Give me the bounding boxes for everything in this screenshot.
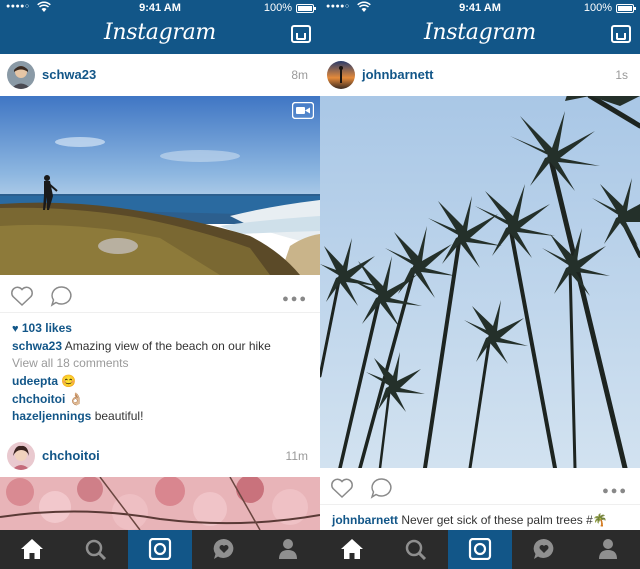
post-username[interactable]: johnbarnett <box>362 67 434 82</box>
like-count[interactable]: ♥ 103 likes <box>12 321 72 335</box>
tab-explore[interactable] <box>384 530 448 569</box>
tab-bar <box>320 530 640 569</box>
nav-bar: Instagram <box>320 17 640 54</box>
avatar[interactable] <box>7 442 35 470</box>
nav-bar: Instagram <box>0 17 320 54</box>
inbox-icon[interactable] <box>611 25 631 43</box>
tab-home[interactable] <box>320 530 384 569</box>
more-options-icon[interactable]: ●●● <box>602 485 628 497</box>
avatar[interactable] <box>327 61 355 89</box>
battery-icon <box>616 4 636 13</box>
comment-bubble-icon[interactable] <box>370 477 394 499</box>
comment: chchoitoi 👌🏼 <box>12 392 84 406</box>
caption-username[interactable]: schwa23 <box>12 339 62 353</box>
caption-text: Never get sick of these palm trees #🌴 <box>401 513 608 527</box>
avatar[interactable] <box>7 61 35 89</box>
tab-activity[interactable] <box>192 530 256 569</box>
post-photo-blossoms[interactable] <box>0 477 320 530</box>
tab-camera[interactable] <box>448 530 512 569</box>
more-options-icon[interactable]: ●●● <box>282 293 308 305</box>
post-username[interactable]: chchoitoi <box>42 448 100 463</box>
post-header: chchoitoi 11m <box>0 435 320 477</box>
comment-username[interactable]: udeepta <box>12 374 58 388</box>
feed-screen-right: ●●●●○ 9:41 AM 100% Instagram johnbarnett… <box>320 0 640 569</box>
battery-percent: 100% <box>583 2 612 14</box>
camera-icon <box>468 538 492 560</box>
home-icon <box>21 539 43 559</box>
activity-heart-bubble-icon <box>213 538 234 559</box>
likes-heart-icon: ♥ <box>12 323 19 335</box>
activity-heart-bubble-icon <box>533 538 554 559</box>
post-caption: schwa23 Amazing view of the beach on our… <box>12 339 271 353</box>
comment: udeepta 😊 <box>12 374 76 388</box>
comment-text: 😊 <box>61 374 77 388</box>
post-actions: ●●● <box>320 471 640 505</box>
comment: hazeljennings beautiful! <box>12 409 143 423</box>
post-time: 8m <box>291 68 308 82</box>
status-bar: ●●●●○ 9:41 AM 100% <box>0 0 320 17</box>
post-header: schwa23 8m <box>0 54 320 96</box>
search-icon <box>405 539 427 560</box>
tab-profile[interactable] <box>256 530 320 569</box>
tab-activity[interactable] <box>512 530 576 569</box>
home-icon <box>341 539 363 559</box>
tab-explore[interactable] <box>64 530 128 569</box>
post-caption: johnbarnett Never get sick of these palm… <box>332 513 608 527</box>
like-heart-icon[interactable] <box>330 477 354 499</box>
comment-username[interactable]: chchoitoi <box>12 392 65 406</box>
status-bar: ●●●●○ 9:41 AM 100% <box>320 0 640 17</box>
post-time: 11m <box>285 449 308 463</box>
camera-icon <box>148 538 172 560</box>
tab-home[interactable] <box>0 530 64 569</box>
comment-bubble-icon[interactable] <box>50 285 74 307</box>
post-actions: ●●● <box>0 279 320 313</box>
video-icon <box>292 102 314 119</box>
view-all-comments-link[interactable]: View all 18 comments <box>12 356 129 370</box>
battery-percent: 100% <box>263 2 292 14</box>
feed-screen-left: ●●●●○ 9:41 AM 100% Instagram schwa23 8m <box>0 0 320 569</box>
like-heart-icon[interactable] <box>10 285 34 307</box>
profile-icon <box>279 539 297 559</box>
profile-icon <box>599 539 617 559</box>
post-username[interactable]: schwa23 <box>42 67 96 82</box>
instagram-logo: Instagram <box>104 20 216 45</box>
post-photo-palm-trees[interactable] <box>320 96 640 468</box>
tab-bar <box>0 530 320 569</box>
post-time: 1s <box>615 68 628 82</box>
tab-profile[interactable] <box>576 530 640 569</box>
comment-text: 👌🏼 <box>68 392 84 406</box>
caption-text: Amazing view of the beach on our hike <box>64 339 271 353</box>
inbox-icon[interactable] <box>291 25 311 43</box>
comment-text: beautiful! <box>94 409 144 423</box>
search-icon <box>85 539 107 560</box>
tab-camera[interactable] <box>128 530 192 569</box>
caption-username[interactable]: johnbarnett <box>332 513 398 527</box>
instagram-logo: Instagram <box>424 20 536 45</box>
battery-icon <box>296 4 316 13</box>
post-video-beach[interactable] <box>0 96 320 275</box>
comment-username[interactable]: hazeljennings <box>12 409 91 423</box>
post-header: johnbarnett 1s <box>320 54 640 96</box>
likes-label: 103 likes <box>21 321 72 335</box>
